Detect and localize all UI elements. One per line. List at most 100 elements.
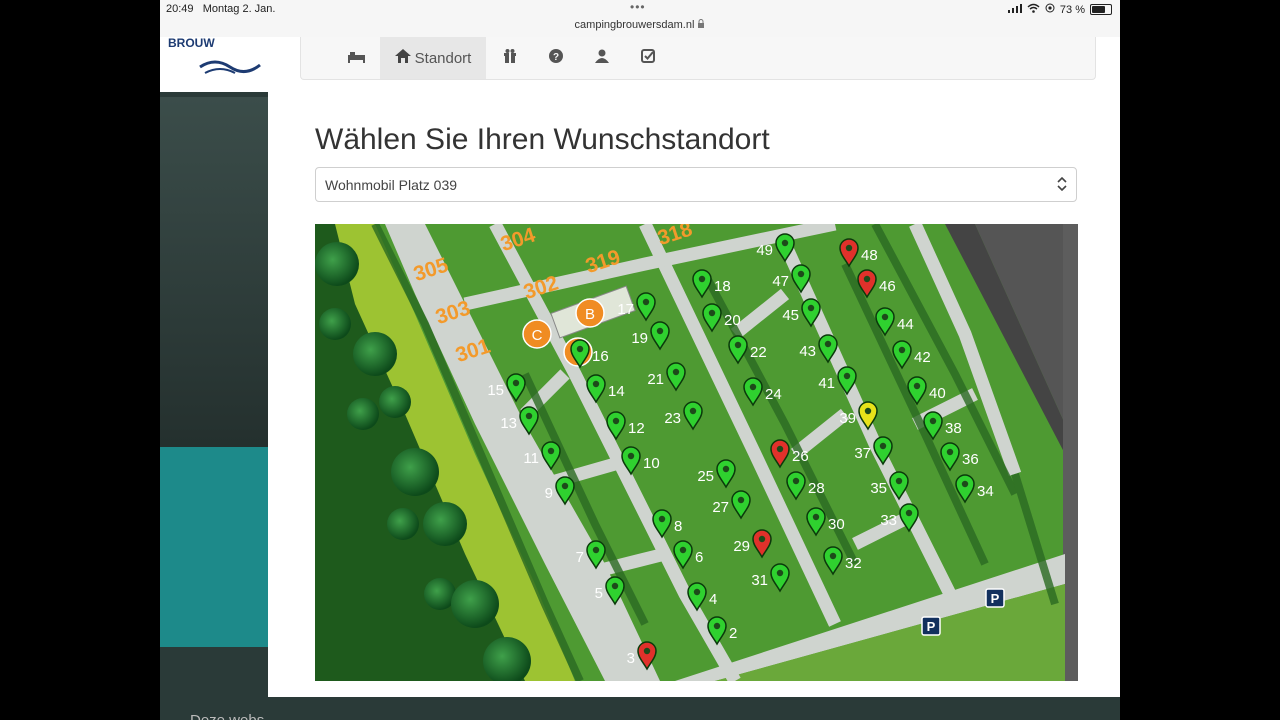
spot-number: 22: [750, 344, 767, 361]
pin-dot: [592, 546, 600, 554]
spot-number: 11: [523, 450, 539, 467]
pin-dot: [879, 442, 887, 450]
tab-extras[interactable]: [486, 37, 534, 79]
building-label: B: [585, 306, 595, 323]
tree: [387, 508, 419, 540]
spot-number: 3: [627, 650, 635, 667]
spot-number: 27: [712, 499, 729, 516]
gift-icon: [503, 49, 517, 67]
tab-personal-data[interactable]: [579, 37, 625, 79]
pin-dot: [961, 480, 969, 488]
pin-dot: [737, 496, 745, 504]
pin-dot: [612, 417, 620, 425]
pin-dot: [576, 345, 584, 353]
spot-number: 49: [756, 242, 773, 259]
pin-dot: [812, 513, 820, 521]
pin-dot: [792, 477, 800, 485]
pin-dot: [734, 341, 742, 349]
tree: [423, 502, 467, 546]
pin-dot: [829, 552, 837, 560]
pin-dot: [561, 482, 569, 490]
spot-number: 18: [714, 278, 731, 295]
status-icons: 73 %: [1007, 3, 1112, 16]
parking-sign-icon: P: [985, 588, 1005, 608]
spot-number: 28: [808, 480, 825, 497]
parking-label: P: [991, 591, 1000, 606]
spot-number: 40: [929, 385, 946, 402]
svg-text:?: ?: [553, 52, 559, 63]
spot-number: 47: [772, 273, 789, 290]
tree: [353, 332, 397, 376]
tab-info[interactable]: ?: [533, 37, 579, 79]
battery-percent: 73 %: [1059, 3, 1085, 16]
location-select-value: Wohnmobil Platz 039: [325, 177, 458, 193]
spot-number: 13: [500, 415, 517, 432]
spot-number: 45: [782, 307, 799, 324]
spot-number: 44: [897, 316, 914, 333]
spot-number: 30: [828, 516, 845, 533]
pin-dot: [758, 535, 766, 543]
pin-dot: [845, 244, 853, 252]
tab-location-label: Standort: [414, 49, 472, 67]
spot-number: 31: [751, 572, 768, 589]
tree: [347, 398, 379, 430]
svg-text:BROUW: BROUW: [168, 37, 215, 50]
status-time: 20:49 Montag 2. Jan.: [166, 3, 275, 15]
pin-dot: [525, 412, 533, 420]
location-select[interactable]: Wohnmobil Platz 039: [315, 167, 1077, 202]
pin-dot: [843, 372, 851, 380]
clock: 20:49: [166, 3, 194, 15]
pin-dot: [547, 447, 555, 455]
spot-number: 24: [765, 386, 782, 403]
pin-dot: [749, 383, 757, 391]
pin-dot: [797, 270, 805, 278]
ipad-screen: 20:49 Montag 2. Jan. ••• campingbrouwers…: [160, 0, 1120, 720]
wifi-icon: [1027, 3, 1040, 16]
location-modal: Standort ? Wählen Sie Ihren Wunschstando…: [268, 37, 1120, 697]
building-marker[interactable]: C: [522, 319, 552, 349]
spot-number: 39: [839, 410, 856, 427]
spot-number: 25: [697, 468, 714, 485]
spot-number: 19: [631, 330, 648, 347]
spot-number: 16: [592, 348, 609, 365]
spot-number: 37: [854, 445, 871, 462]
tab-confirm[interactable]: [625, 37, 671, 79]
spot-number: 29: [733, 538, 750, 555]
pin-dot: [863, 275, 871, 283]
pin-dot: [708, 309, 716, 317]
address-bar[interactable]: campingbrouwersdam.nl: [160, 19, 1120, 31]
spot-number: 4: [709, 591, 717, 608]
booking-steps-tabs: Standort ?: [300, 37, 1096, 80]
pin-dot: [611, 582, 619, 590]
tab-location[interactable]: Standort: [380, 37, 486, 79]
tree: [315, 242, 359, 286]
pin-dot: [627, 452, 635, 460]
spot-number: 8: [674, 518, 682, 535]
pin-dot: [905, 509, 913, 517]
pin-dot: [713, 622, 721, 630]
tree: [379, 386, 411, 418]
pin-dot: [895, 477, 903, 485]
pin-dot: [776, 445, 784, 453]
home-icon: [394, 49, 411, 67]
pin-dot: [776, 569, 784, 577]
tree: [391, 448, 439, 496]
campsite-map[interactable]: 305304302319318303301 BCD 23456789101112…: [315, 224, 1078, 681]
pin-dot: [642, 298, 650, 306]
spot-number: 9: [545, 485, 553, 502]
spot-number: 7: [576, 549, 584, 566]
pin-dot: [929, 417, 937, 425]
pin-dot: [512, 379, 520, 387]
spot-number: 36: [962, 451, 979, 468]
spot-number: 42: [914, 349, 931, 366]
spot-number: 21: [647, 371, 664, 388]
tab-accommodation[interactable]: [331, 37, 381, 79]
building-marker[interactable]: B: [575, 298, 605, 328]
page-title: Wählen Sie Ihren Wunschstandort: [315, 123, 770, 156]
multitasking-dots-icon[interactable]: •••: [630, 0, 646, 14]
pin-dot: [672, 368, 680, 376]
pin-dot: [643, 647, 651, 655]
spot-number: 38: [945, 420, 962, 437]
signal-icon: [1007, 3, 1022, 16]
spot-number: 23: [664, 410, 681, 427]
